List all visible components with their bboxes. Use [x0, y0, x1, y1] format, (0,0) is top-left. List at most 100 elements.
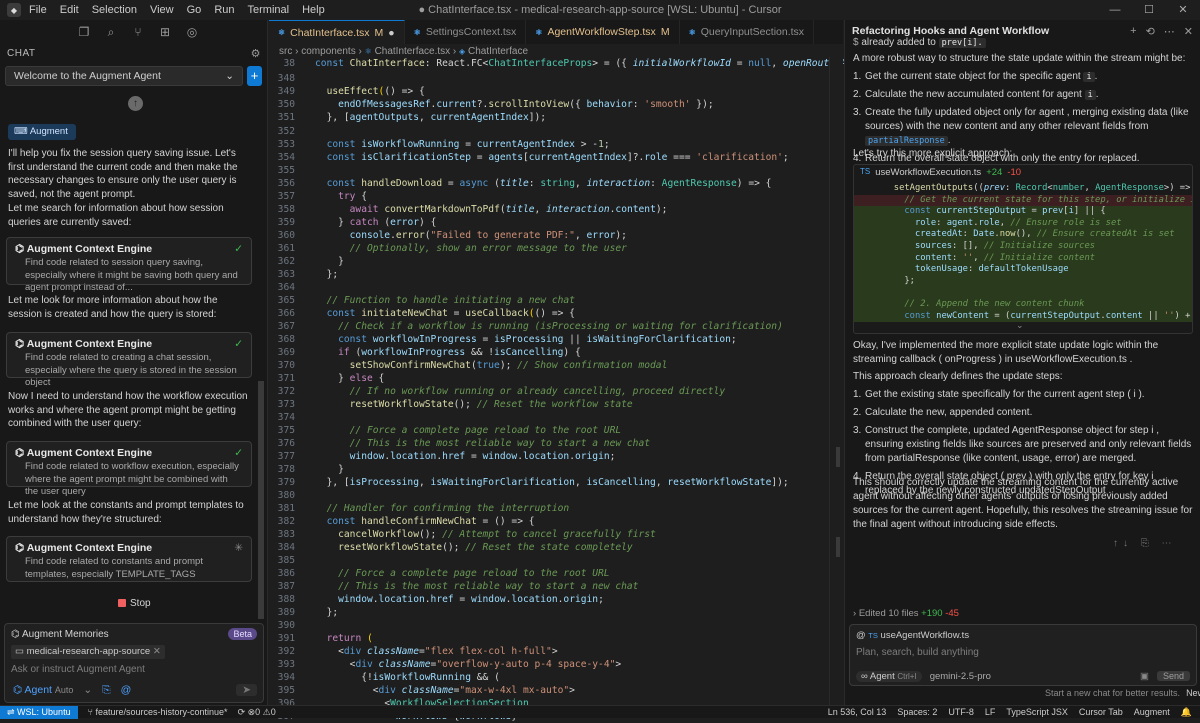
- image-icon[interactable]: ▣: [1140, 671, 1149, 682]
- chevron-down-icon[interactable]: ⌄: [83, 684, 92, 696]
- menu-terminal[interactable]: Terminal: [248, 4, 290, 16]
- menu-selection[interactable]: Selection: [92, 4, 137, 16]
- diff-filename: useWorkflowExecution.ts: [875, 167, 982, 178]
- thread-select[interactable]: Welcome to the Augment Agent ⌄: [5, 66, 243, 86]
- diff-removed: -10: [1007, 167, 1022, 178]
- send-button[interactable]: ➤: [236, 684, 257, 696]
- augment-status[interactable]: Augment: [1134, 707, 1170, 718]
- remote-indicator[interactable]: ⇌ WSL: Ubuntu: [0, 705, 78, 719]
- file-context-chip[interactable]: @ TS useAgentWorkflow.ts: [856, 630, 969, 641]
- chat-header: CHAT: [7, 47, 36, 59]
- menu-go[interactable]: Go: [187, 4, 202, 16]
- bell-icon[interactable]: 🔔: [1181, 707, 1192, 718]
- tool-title: Augment Context Engine: [26, 447, 153, 459]
- scroll-up-icon[interactable]: ↑: [128, 96, 143, 111]
- agent-message: Let me look for more information about h…: [8, 295, 218, 320]
- context-chip[interactable]: ▭ medical-research-app-source ✕: [11, 645, 165, 659]
- minimize-icon[interactable]: —: [1098, 0, 1132, 20]
- explorer-icon[interactable]: ❐: [76, 25, 92, 39]
- branch-indicator[interactable]: ⑂ feature/sources-history-continue*: [88, 707, 228, 717]
- menu-edit[interactable]: Edit: [60, 4, 79, 16]
- inline-code: prev[i].: [938, 38, 986, 48]
- message-actions[interactable]: ↑↓ ⎘ ⋯: [1113, 538, 1177, 549]
- indentation[interactable]: Spaces: 2: [897, 707, 937, 718]
- eol[interactable]: LF: [985, 707, 996, 718]
- editor-scrollbar[interactable]: [829, 57, 843, 705]
- code-diff-block[interactable]: TS useWorkflowExecution.ts +24 -10 setAgent…: [853, 164, 1193, 334]
- close-icon[interactable]: ✕: [1166, 0, 1200, 20]
- augment-panel: ❐ ⌕ ⑂ ⊞ ◎ CHAT ⚙ Welcome to the Augment …: [0, 20, 268, 705]
- edited-files-summary[interactable]: › Edited 10 files +190 -45: [853, 608, 1193, 619]
- approach-text: This approach clearly defines the update…: [853, 371, 1063, 382]
- model-select[interactable]: gemini-2.5-pro: [930, 671, 991, 682]
- title-bar: ◆ File Edit Selection View Go Run Termin…: [0, 0, 1200, 20]
- tsx-icon: ⚛: [535, 27, 543, 37]
- agent-message: Let me look at the constants and prompt …: [8, 500, 244, 525]
- window-title: ● ChatInterface.tsx - medical-research-a…: [418, 4, 782, 16]
- tsx-icon: ⚛: [278, 28, 286, 37]
- loading-spinner-icon: ✳: [234, 542, 243, 554]
- tab-settingscontext[interactable]: ⚛ SettingsContext.tsx: [405, 20, 527, 44]
- menu-view[interactable]: View: [150, 4, 174, 16]
- gear-icon[interactable]: ⚙: [251, 47, 261, 60]
- send-button[interactable]: Send: [1156, 671, 1190, 681]
- new-thread-button[interactable]: +: [247, 66, 262, 86]
- cursor-position[interactable]: Ln 536, Col 13: [828, 707, 887, 718]
- attach-icon[interactable]: ⎘: [102, 684, 110, 697]
- code-editor: ⚛ ChatInterface.tsx M ● ⚛ SettingsContext.ts…: [269, 20, 910, 722]
- cursor-compose: @ TS useAgentWorkflow.ts Plan, search, b…: [849, 624, 1197, 686]
- check-icon: ✓: [234, 243, 243, 255]
- expand-chevron-icon[interactable]: ⌄: [1016, 320, 1024, 331]
- cursor-tab[interactable]: Cursor Tab: [1079, 707, 1123, 718]
- menu-help[interactable]: Help: [302, 4, 325, 16]
- tool-desc: Find code related to constants and promp…: [25, 556, 203, 580]
- context-engine-card[interactable]: ⌬ Augment Context Engine ✓ Find code rela…: [6, 237, 252, 293]
- tool-desc: Find code related to creating a chat ses…: [25, 352, 237, 388]
- context-engine-card[interactable]: ⌬ Augment Context Engine ✓ Find code rela…: [6, 332, 252, 388]
- compose-input[interactable]: Plan, search, build anything: [856, 647, 979, 658]
- agent-message: Let me search for information about how …: [8, 203, 224, 228]
- augment-icon[interactable]: ◎: [184, 25, 200, 39]
- step-text: Construct the complete, updated AgentRes…: [865, 425, 1192, 464]
- augment-compose: ⌬ Augment Memories Beta ▭ medical-resear…: [4, 623, 264, 703]
- menu-run[interactable]: Run: [214, 4, 234, 16]
- augment-memories[interactable]: ⌬ Augment Memories: [11, 629, 109, 640]
- diff-added: +24: [986, 167, 1003, 178]
- menu-file[interactable]: File: [29, 4, 47, 16]
- tab-queryinputsection[interactable]: ⚛ QueryInputSection.tsx: [680, 20, 815, 44]
- mention-icon[interactable]: @: [121, 684, 132, 696]
- extensions-icon[interactable]: ⊞: [157, 25, 173, 39]
- encoding[interactable]: UTF-8: [948, 707, 974, 718]
- editor-tabs: ⚛ ChatInterface.tsx M ● ⚛ SettingsContext.ts…: [269, 20, 843, 44]
- tab-chatinterface[interactable]: ⚛ ChatInterface.tsx M ●: [269, 20, 405, 44]
- agent-message: I'll help you fix the session query savi…: [8, 148, 238, 200]
- context-engine-card[interactable]: ⌬ Augment Context Engine ✳ Find code rela…: [6, 536, 252, 582]
- context-engine-card[interactable]: ⌬ Augment Context Engine ✓ Find code rela…: [6, 441, 252, 497]
- new-chat-link[interactable]: New chat: [1186, 688, 1200, 698]
- scrollbar[interactable]: [258, 381, 264, 619]
- code-area[interactable]: 38 const ChatInterface: React.FC<ChatInte…: [269, 57, 910, 722]
- footer-hint: Start a new chat for better results.New …: [1045, 688, 1200, 698]
- search-icon[interactable]: ⌕: [103, 25, 119, 40]
- language-mode[interactable]: TypeScript JSX: [1006, 707, 1068, 718]
- sync-icon[interactable]: ⟳ ⊗0 ⚠0: [238, 707, 276, 718]
- ask-input[interactable]: Ask or instruct Augment Agent: [11, 664, 145, 675]
- source-control-icon[interactable]: ⑂: [130, 25, 146, 39]
- lets-try-text: Let's try this more explicit approach:: [853, 148, 1013, 159]
- maximize-icon[interactable]: ☐: [1132, 0, 1166, 20]
- ts-icon: TS: [860, 167, 871, 176]
- tsx-icon: ⚛: [688, 27, 696, 37]
- thread-select-value: Welcome to the Augment Agent: [14, 70, 161, 82]
- intro-text: A more robust way to structure the state…: [853, 53, 1186, 64]
- stop-button[interactable]: Stop: [118, 598, 151, 612]
- chat-history[interactable]: I'll help you fix the session query savi…: [0, 144, 266, 614]
- augment-badge: ⌨ Augment: [8, 124, 76, 140]
- agent-mode-select[interactable]: ∞ Agent Ctrl+I: [856, 670, 922, 682]
- tsx-icon: ⚛: [413, 27, 421, 37]
- tool-title: Augment Context Engine: [26, 542, 153, 554]
- tab-agentworkflowstep[interactable]: ⚛ AgentWorkflowStep.tsx M: [526, 20, 680, 44]
- agent-mode-select[interactable]: ⌬ Agent Auto: [13, 684, 73, 696]
- tool-title: Augment Context Engine: [26, 338, 153, 350]
- agent-message: Now I need to understand how the workflo…: [8, 391, 248, 429]
- step-text: Get the existing state specifically for …: [865, 389, 1145, 400]
